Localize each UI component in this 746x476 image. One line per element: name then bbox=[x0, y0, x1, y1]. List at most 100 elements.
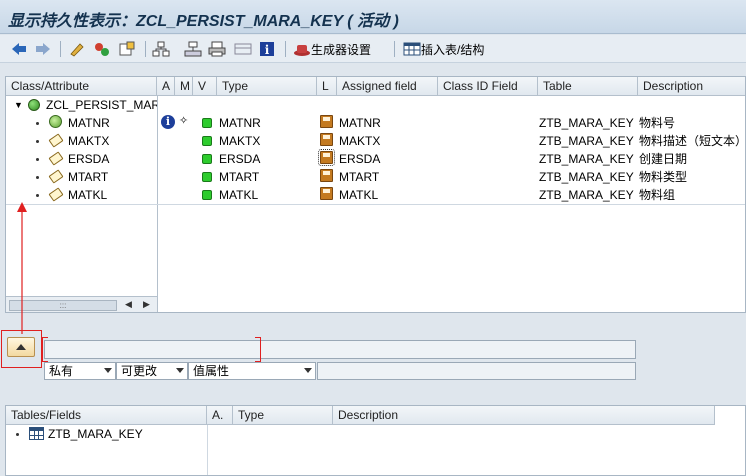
title-bar: 显示持久性表示：ZCL_PERSIST_MARA_KEY ( 活动 ) bbox=[0, 0, 746, 34]
attribute-kind-value: 值属性 bbox=[193, 364, 230, 378]
field-link-icon[interactable] bbox=[320, 187, 333, 200]
generator-settings-button[interactable]: 生成器设置 bbox=[293, 39, 371, 59]
attribute-name: MAKTX bbox=[68, 134, 110, 148]
col-l[interactable]: L bbox=[317, 77, 337, 96]
fields-table: Tables/Fields A. Type Description ZTB_MA… bbox=[5, 405, 746, 476]
assigned-field-value: MATKL bbox=[339, 188, 379, 202]
assigned-field-value: MTART bbox=[339, 170, 380, 184]
description-value: 物料类型 bbox=[639, 170, 688, 184]
field-link-icon[interactable] bbox=[318, 149, 335, 166]
back-arrow-icon[interactable] bbox=[10, 39, 28, 59]
window-title: 显示持久性表示：ZCL_PERSIST_MARA_KEY ( 活动 ) bbox=[8, 13, 399, 30]
type-value: ERSDA bbox=[219, 152, 261, 166]
chevron-down-icon bbox=[176, 368, 184, 373]
attribute-tag-icon bbox=[48, 133, 64, 148]
type-value: MATNR bbox=[219, 116, 261, 130]
description-value: 物料描述（短文本） bbox=[639, 134, 746, 148]
assigned-field-value: ERSDA bbox=[339, 152, 381, 166]
col-type[interactable]: Type bbox=[233, 406, 333, 425]
status-green-icon bbox=[202, 154, 212, 164]
table-name: ZTB_MARA_KEY bbox=[48, 427, 143, 441]
col-m[interactable]: M bbox=[175, 77, 193, 96]
layout-icon[interactable] bbox=[234, 39, 252, 59]
scroll-right-icon[interactable]: ▶ bbox=[143, 299, 150, 310]
description-value: 物料组 bbox=[639, 188, 676, 202]
table-value: ZTB_MARA_KEY bbox=[539, 134, 634, 148]
info-icon[interactable]: i bbox=[161, 115, 175, 129]
status-green-icon bbox=[202, 118, 212, 128]
description-value: 创建日期 bbox=[639, 152, 688, 166]
svg-text:i: i bbox=[265, 43, 270, 57]
type-value: MATKL bbox=[219, 188, 259, 202]
accessibility-value: 可更改 bbox=[121, 364, 158, 378]
field-link-icon[interactable] bbox=[320, 133, 333, 146]
scroll-left-icon[interactable]: ◀ bbox=[125, 299, 132, 310]
attribute-tag-icon bbox=[48, 151, 64, 166]
attribute-description-field[interactable] bbox=[317, 362, 636, 380]
col-description[interactable]: Description bbox=[638, 77, 745, 96]
visibility-dropdown[interactable]: 私有 bbox=[44, 362, 116, 380]
col-assigned-field[interactable]: Assigned field bbox=[337, 77, 438, 96]
col-description[interactable]: Description bbox=[333, 406, 715, 425]
col-class-attribute[interactable]: Class/Attribute bbox=[6, 77, 157, 96]
assigned-field-value: MAKTX bbox=[339, 134, 381, 148]
db-table-icon bbox=[29, 427, 44, 440]
col-table[interactable]: Table bbox=[538, 77, 638, 96]
hierarchy-icon[interactable] bbox=[152, 39, 170, 59]
attribute-name: MATKL bbox=[68, 188, 108, 202]
generator-settings-label: 生成器设置 bbox=[311, 42, 372, 57]
annotation-bracket-left bbox=[42, 337, 48, 362]
attribute-name-field[interactable] bbox=[44, 340, 636, 359]
edit-pencil-icon[interactable] bbox=[68, 39, 86, 59]
type-value: MTART bbox=[219, 170, 260, 184]
class-icon bbox=[28, 99, 40, 111]
info-icon[interactable]: i bbox=[259, 39, 275, 59]
table-value: ZTB_MARA_KEY bbox=[539, 188, 634, 202]
handshake-icon: ✧ bbox=[179, 115, 189, 127]
insert-table-button[interactable]: 插入表/结构 bbox=[403, 39, 484, 59]
attribute-name: MTART bbox=[68, 170, 109, 184]
field-link-icon[interactable] bbox=[320, 169, 333, 182]
object-list-icon[interactable] bbox=[118, 39, 136, 59]
accessibility-dropdown[interactable]: 可更改 bbox=[116, 362, 188, 380]
print-icon[interactable] bbox=[208, 39, 226, 59]
root-class-name: ZCL_PERSIST_MARA_KEY bbox=[46, 98, 157, 112]
insert-table-label: 插入表/结构 bbox=[421, 42, 485, 57]
assigned-field-value: MATNR bbox=[339, 116, 381, 130]
activate-icon[interactable] bbox=[93, 39, 111, 59]
attribute-tag-icon bbox=[48, 187, 64, 202]
col-a[interactable]: A. bbox=[207, 406, 233, 425]
forward-arrow-icon[interactable] bbox=[34, 39, 52, 59]
table-value: ZTB_MARA_KEY bbox=[539, 170, 634, 184]
attribute-name: ERSDA bbox=[68, 152, 110, 166]
chevron-down-icon bbox=[104, 368, 112, 373]
generator-hat-icon bbox=[294, 45, 310, 56]
chevron-down-icon bbox=[304, 368, 312, 373]
structure-icon[interactable] bbox=[184, 39, 202, 59]
col-type[interactable]: Type bbox=[217, 77, 317, 96]
status-green-icon bbox=[202, 136, 212, 146]
table-value: ZTB_MARA_KEY bbox=[539, 116, 634, 130]
visibility-value: 私有 bbox=[49, 364, 74, 378]
col-tables-fields[interactable]: Tables/Fields bbox=[6, 406, 207, 425]
attribute-name: MATNR bbox=[68, 116, 110, 130]
table-icon bbox=[403, 42, 421, 56]
annotation-bracket-right bbox=[255, 337, 261, 362]
collapse-triangle-icon[interactable]: ▼ bbox=[14, 96, 23, 114]
up-triangle-icon bbox=[16, 344, 26, 350]
attribute-kind-dropdown[interactable]: 值属性 bbox=[188, 362, 316, 380]
status-green-icon bbox=[202, 172, 212, 182]
col-v[interactable]: V bbox=[193, 77, 217, 96]
mapping-table: Class/Attribute A M V Type L Assigned fi… bbox=[5, 76, 746, 313]
key-attribute-icon bbox=[49, 115, 62, 128]
application-toolbar: i 生成器设置 插入表/结构 bbox=[0, 35, 746, 63]
col-a[interactable]: A bbox=[157, 77, 175, 96]
attribute-tag-icon bbox=[48, 169, 64, 184]
field-link-icon[interactable] bbox=[320, 115, 333, 128]
table-value: ZTB_MARA_KEY bbox=[539, 152, 634, 166]
description-value: 物料号 bbox=[639, 116, 676, 130]
col-class-id-field[interactable]: Class ID Field bbox=[438, 77, 538, 96]
tree-root-row[interactable]: ▼ ZCL_PERSIST_MARA_KEY bbox=[12, 96, 157, 114]
collapse-panel-button[interactable] bbox=[7, 337, 35, 357]
status-green-icon bbox=[202, 190, 212, 200]
